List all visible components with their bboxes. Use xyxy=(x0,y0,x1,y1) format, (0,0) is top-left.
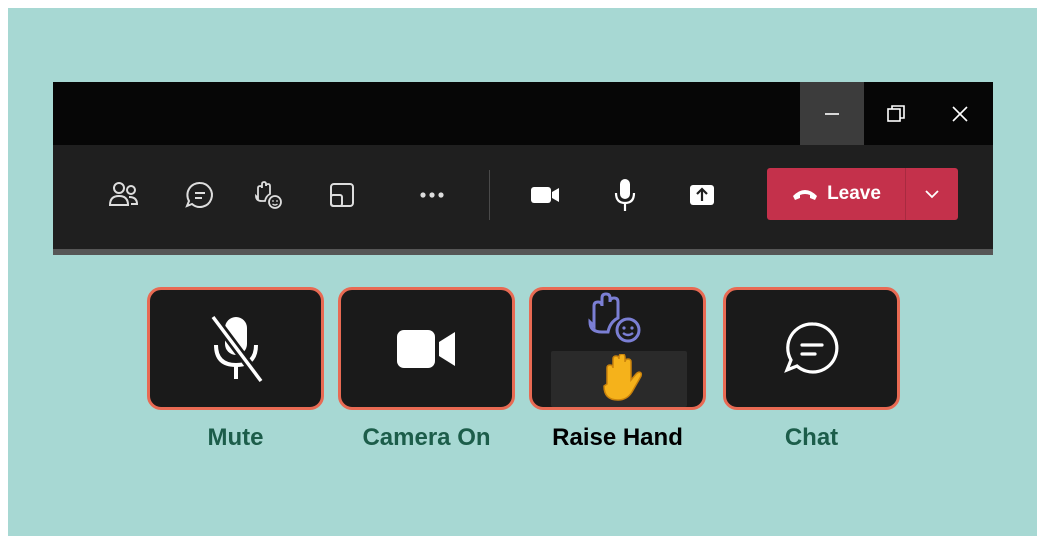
mute-card[interactable] xyxy=(147,287,324,410)
close-button[interactable] xyxy=(928,82,992,145)
meeting-toolbar: Leave xyxy=(53,145,993,249)
teams-meeting-window: Leave xyxy=(53,82,993,255)
camera-toolbar-button[interactable] xyxy=(523,173,567,217)
raise-hand-label: Raise Hand xyxy=(552,424,683,451)
view-icon xyxy=(330,183,354,207)
raised-hand-icon xyxy=(603,354,643,401)
mic-toolbar-button[interactable] xyxy=(603,173,647,217)
chat-bubble-icon xyxy=(783,321,838,374)
camera-on-card[interactable] xyxy=(338,287,515,410)
microphone-icon xyxy=(614,179,636,211)
minimize-button[interactable] xyxy=(800,82,864,145)
mute-label: Mute xyxy=(207,424,264,451)
video-camera-icon xyxy=(396,329,455,368)
share-screen-icon xyxy=(690,185,714,205)
leave-label: Leave xyxy=(827,183,881,204)
chat-label: Chat xyxy=(784,424,839,451)
view-button[interactable] xyxy=(320,173,364,217)
react-hand-icon xyxy=(588,292,641,343)
share-button[interactable] xyxy=(680,173,724,217)
chat-toolbar-button[interactable] xyxy=(178,173,222,217)
people-icon xyxy=(108,182,139,206)
hang-up-icon xyxy=(793,190,818,200)
camera-icon xyxy=(531,187,559,203)
react-button[interactable] xyxy=(246,173,290,217)
more-options-icon xyxy=(420,192,444,198)
leave-button-group: Leave xyxy=(767,168,958,220)
leave-button[interactable]: Leave xyxy=(767,168,905,220)
more-button[interactable] xyxy=(410,173,454,217)
minimize-icon xyxy=(825,112,839,115)
toolbar-divider xyxy=(489,170,490,220)
chat-icon xyxy=(185,181,213,208)
mic-off-icon xyxy=(208,313,265,384)
title-bar xyxy=(53,82,993,145)
raise-hand-reaction-icon xyxy=(255,181,282,209)
people-button[interactable] xyxy=(102,173,146,217)
leave-options-button[interactable] xyxy=(906,168,958,220)
window-bottom-strip xyxy=(53,249,993,255)
chevron-down-icon xyxy=(925,190,939,199)
close-icon xyxy=(952,105,968,122)
chat-card[interactable] xyxy=(723,287,900,410)
camera-on-label: Camera On xyxy=(362,424,491,451)
restore-button[interactable] xyxy=(864,82,928,145)
restore-window-icon xyxy=(887,104,905,122)
raise-hand-card[interactable] xyxy=(529,287,706,410)
